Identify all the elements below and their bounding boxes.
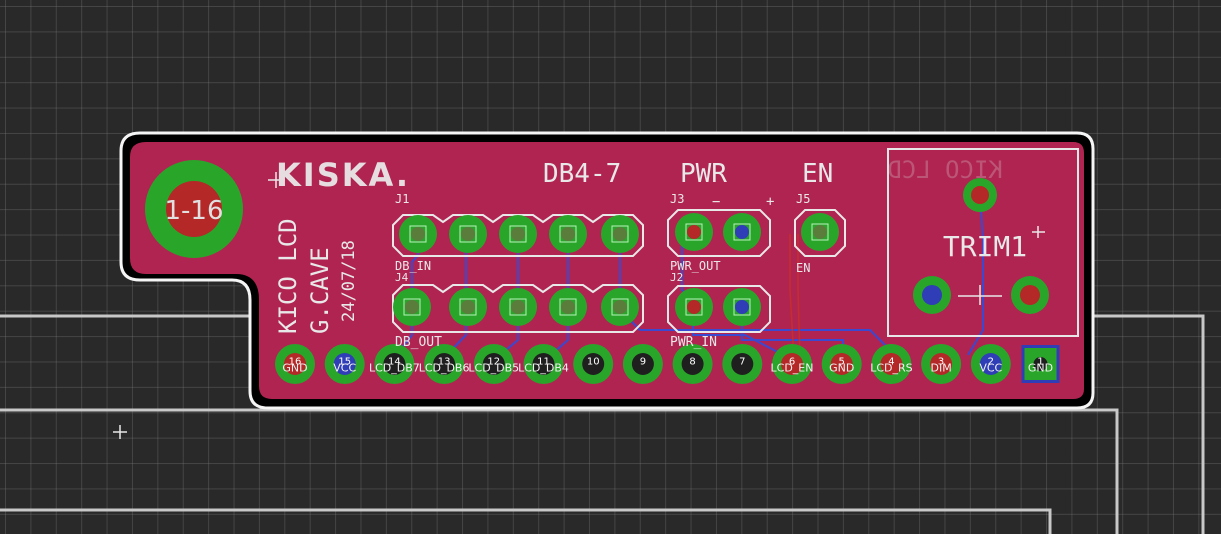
lcd-pin-pad (573, 344, 614, 384)
lcd-pin-pad (1021, 345, 1060, 383)
db-in-pad (449, 215, 487, 253)
lcd-pin-pad (473, 344, 514, 384)
en-pad (801, 213, 839, 251)
mount-hole (145, 160, 243, 258)
db-out-pad (449, 288, 487, 326)
lcd-pin-pad (424, 344, 465, 384)
db-out-pad (499, 288, 537, 326)
db-out-pad (549, 288, 587, 326)
lcd-pin-pad (622, 344, 663, 384)
lcd-pin-pad (921, 344, 962, 384)
db-in-pad (601, 215, 639, 253)
db-in-pad (549, 215, 587, 253)
db-in-pad (399, 215, 437, 253)
db-out-pad (601, 288, 639, 326)
lcd-pin-pad (374, 344, 415, 384)
lcd-pin-pad (324, 344, 365, 384)
pwr-out-pad (675, 213, 713, 251)
lcd-pin-pad (871, 344, 912, 384)
db-out-pad (393, 288, 431, 326)
lcd-pin-pad (523, 344, 564, 384)
pwr-in-pad (723, 288, 761, 326)
db-in-pad (499, 215, 537, 253)
lcd-pin-pad (672, 344, 713, 384)
lcd-pin-pad (821, 344, 862, 384)
lcd-pin-pad (970, 344, 1011, 384)
lcd-pin-pad (772, 344, 812, 384)
lcd-pin-pad (275, 344, 315, 384)
pwr-out-pad (723, 213, 761, 251)
lcd-pin-pad (722, 344, 763, 384)
pwr-in-pad (675, 288, 713, 326)
